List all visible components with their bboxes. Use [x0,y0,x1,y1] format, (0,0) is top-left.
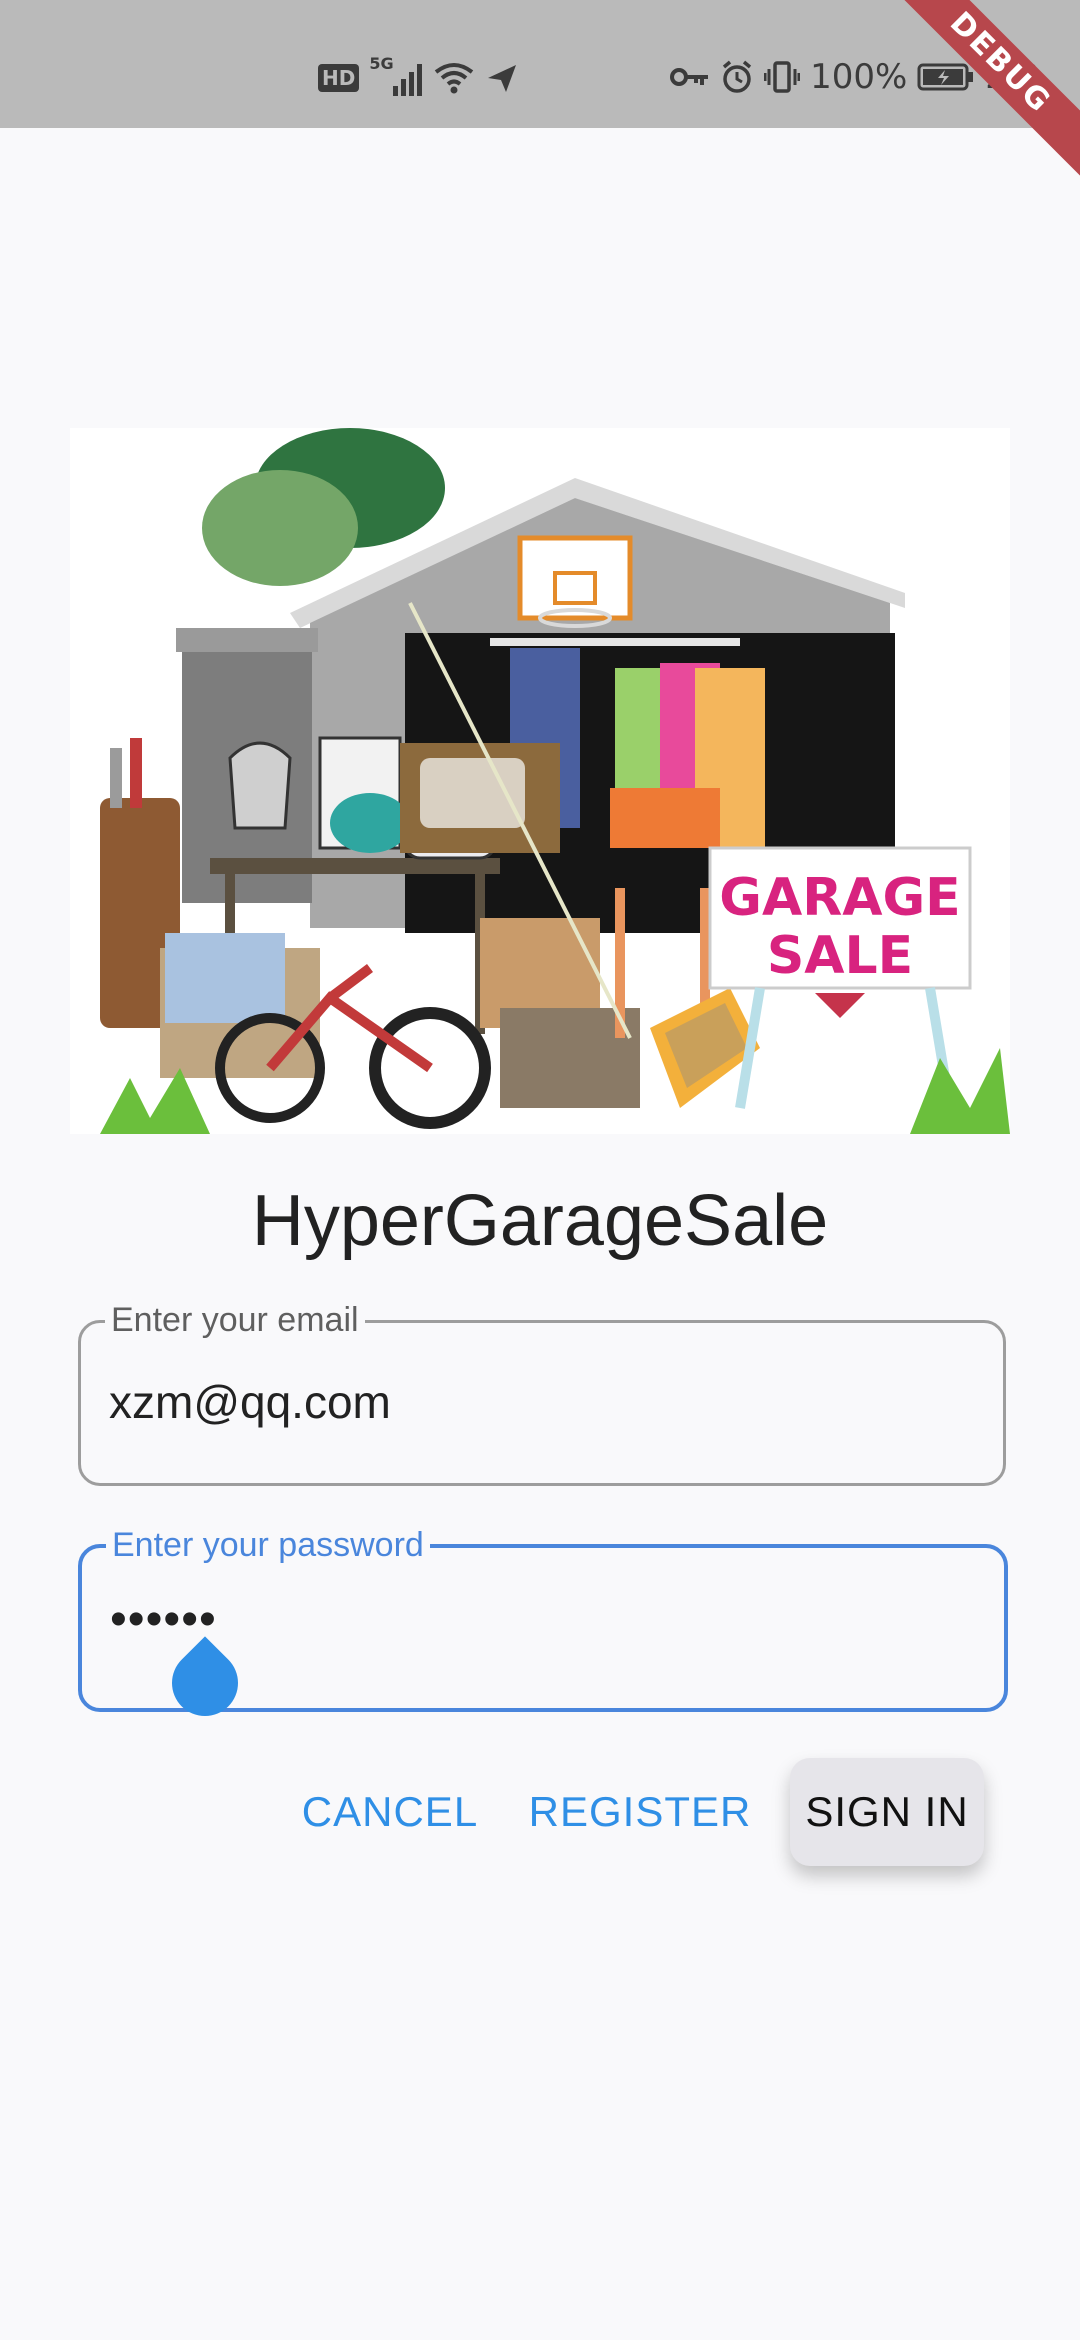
battery-percent: 100% [810,57,908,97]
app-title: HyperGarageSale [251,1181,829,1261]
sign-in-button[interactable]: SIGN IN [790,1758,984,1866]
hero-illustration: GARAGE SALE [70,428,1010,1134]
alarm-icon [722,60,752,93]
location-send-icon [488,65,517,92]
email-field-label: Enter your email [105,1301,365,1340]
sign-text-line1: GARAGE [719,868,960,928]
garage-sale-illustration: GARAGE SALE [100,428,1010,1134]
wifi-icon [435,63,474,94]
email-input-value[interactable]: xzm@qq.com [109,1375,391,1429]
signal-icon: 5G [369,54,423,96]
register-button[interactable]: REGISTER [529,1758,751,1866]
battery-icon [917,63,974,91]
password-field-label: Enter your password [106,1526,430,1565]
hd-icon: HD [318,64,360,92]
vibrate-icon [764,61,801,93]
status-bar: HD 5G 100% [0,0,1080,128]
email-field[interactable]: Enter your email xzm@qq.com [78,1301,1006,1486]
cancel-button[interactable]: CANCEL [290,1758,490,1866]
status-bar-left: HD 5G [318,54,518,98]
sign-text-line2: SALE [767,926,913,986]
network-type-label: 5G [369,54,394,73]
key-icon [670,68,709,86]
